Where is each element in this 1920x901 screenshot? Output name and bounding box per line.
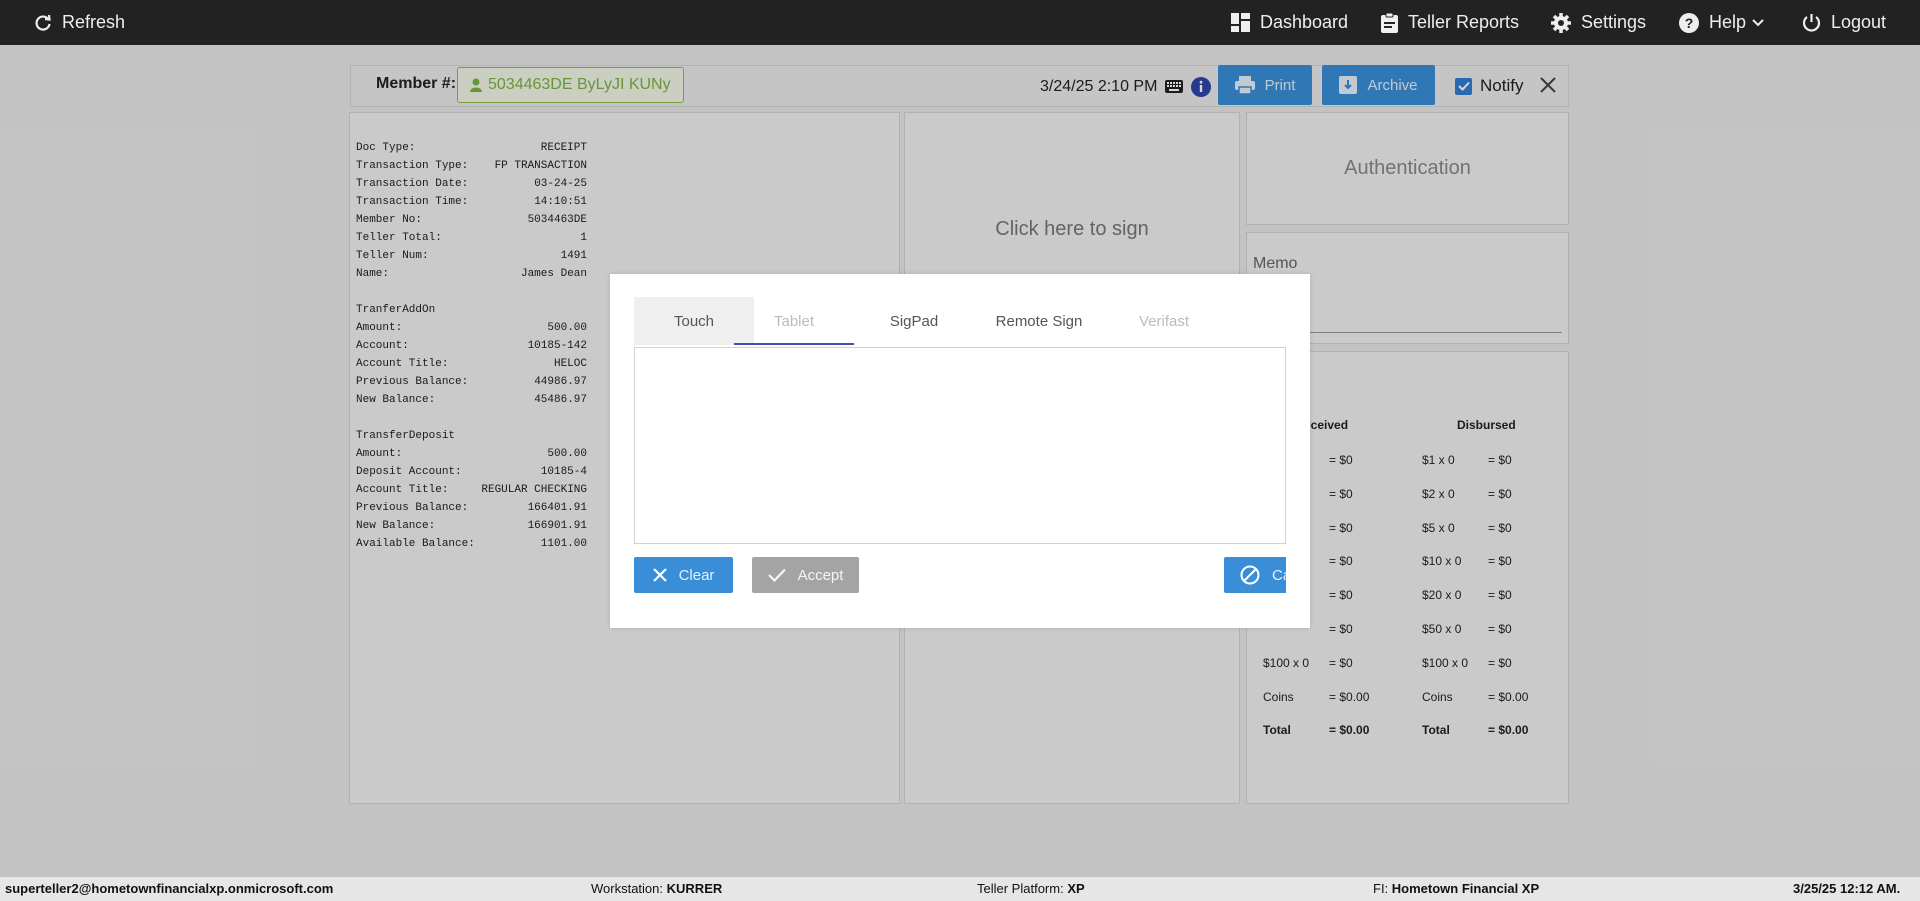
logout-label: Logout — [1831, 12, 1887, 32]
svg-text:?: ? — [1685, 15, 1694, 31]
cancel-button-clip: Ca — [1224, 557, 1286, 593]
fi-label: FI: — [1373, 881, 1389, 896]
fi-value: Hometown Financial XP — [1391, 881, 1540, 896]
active-tab-indicator — [734, 343, 854, 345]
refresh-label: Refresh — [62, 12, 126, 32]
dashboard-icon — [1231, 13, 1250, 32]
teller-reports-label: Teller Reports — [1408, 12, 1520, 32]
ban-icon — [1240, 565, 1260, 585]
fi-info: FI: Hometown Financial XP — [1373, 881, 1539, 896]
accept-label: Accept — [797, 566, 844, 584]
logged-in-user: superteller2@hometownfinancialxp.onmicro… — [5, 881, 334, 896]
logout-link[interactable]: Logout — [1802, 0, 1886, 45]
platform-value: XP — [1067, 881, 1085, 896]
checkmark-icon — [767, 568, 786, 582]
teller-reports-link[interactable]: Teller Reports — [1381, 0, 1519, 45]
power-icon — [1802, 14, 1821, 32]
accept-button[interactable]: Accept — [752, 557, 859, 593]
tab-tablet[interactable]: Tablet — [734, 297, 854, 345]
cancel-label: Ca — [1272, 566, 1286, 584]
cancel-button[interactable]: Ca — [1224, 557, 1286, 593]
workstation-value: KURRER — [666, 881, 723, 896]
chevron-down-icon — [1752, 18, 1764, 26]
dashboard-link[interactable]: Dashboard — [1231, 0, 1348, 45]
signature-dialog: Touch Tablet SigPad Remote Sign Verifast… — [610, 274, 1310, 628]
platform-info: Teller Platform: XP — [977, 881, 1085, 896]
status-bar: superteller2@hometownfinancialxp.onmicro… — [0, 877, 1920, 901]
settings-link[interactable]: Settings — [1551, 0, 1646, 45]
close-icon — [652, 568, 667, 582]
tab-verifast[interactable]: Verifast — [1104, 297, 1224, 345]
top-nav-bar: Refresh Dashboard Teller Reports Setting… — [0, 0, 1920, 45]
gear-icon — [1551, 12, 1571, 33]
clear-label: Clear — [678, 566, 715, 584]
refresh-button[interactable]: Refresh — [34, 0, 125, 45]
clear-button[interactable]: Clear — [634, 557, 733, 593]
help-icon: ? — [1679, 12, 1699, 33]
platform-label: Teller Platform: — [977, 881, 1064, 896]
settings-label: Settings — [1581, 12, 1647, 32]
dashboard-label: Dashboard — [1260, 12, 1349, 32]
footer-datetime: 3/25/25 12:12 AM. — [1793, 881, 1901, 896]
tab-sigpad[interactable]: SigPad — [854, 297, 974, 345]
signature-canvas[interactable] — [634, 347, 1286, 544]
refresh-icon — [35, 14, 51, 31]
tab-remote-sign[interactable]: Remote Sign — [974, 297, 1104, 345]
help-label: Help — [1709, 12, 1747, 32]
workstation-label: Workstation: — [591, 881, 664, 896]
clipboard-icon — [1381, 12, 1398, 33]
help-menu[interactable]: ? Help — [1679, 0, 1764, 45]
workstation-info: Workstation: KURRER — [591, 881, 722, 896]
